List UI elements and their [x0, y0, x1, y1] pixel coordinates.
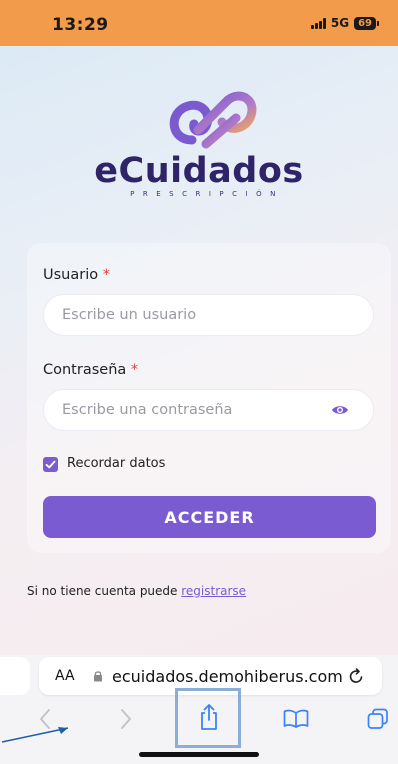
- bookmarks-icon[interactable]: [283, 709, 309, 729]
- network-type: 5G: [330, 16, 350, 30]
- app-name: eCuidados: [94, 151, 304, 191]
- app-subtitle: PRESCRIPCIÓN: [130, 190, 284, 198]
- forward-icon[interactable]: [119, 708, 133, 730]
- annotation-arrow-icon: [1, 727, 69, 743]
- battery-icon: 69: [354, 16, 379, 30]
- share-highlight-box: [175, 688, 241, 748]
- signal-icon: [310, 17, 326, 29]
- register-text: Si no tiene cuenta puede registrarse: [27, 584, 247, 598]
- username-input[interactable]: [43, 294, 374, 336]
- username-label: Usuario *: [43, 267, 110, 283]
- home-indicator: [139, 752, 259, 757]
- tabs-icon[interactable]: [367, 708, 389, 730]
- register-link[interactable]: registrarse: [181, 584, 246, 598]
- lock-icon: [94, 671, 102, 682]
- show-password-eye-icon[interactable]: [331, 403, 349, 417]
- password-input[interactable]: [43, 389, 374, 431]
- remember-label: Recordar datos: [67, 456, 166, 471]
- remember-checkbox[interactable]: [43, 457, 58, 472]
- check-icon: [45, 460, 56, 469]
- status-bar: 13:29 5G 69: [0, 0, 398, 46]
- text-size-button[interactable]: AA: [55, 668, 75, 684]
- status-time: 13:29: [52, 15, 109, 35]
- acceder-button[interactable]: ACCEDER: [43, 496, 376, 538]
- required-mark: *: [130, 362, 139, 378]
- previous-tab-pill[interactable]: [0, 657, 30, 695]
- password-label: Contraseña *: [43, 362, 139, 378]
- status-indicators: 5G 69: [310, 16, 379, 30]
- login-page: eCuidados PRESCRIPCIÓN: [0, 46, 398, 655]
- reload-icon[interactable]: [348, 668, 365, 685]
- required-mark: *: [102, 267, 110, 283]
- url-text[interactable]: ecuidados.demohiberus.com: [112, 667, 343, 686]
